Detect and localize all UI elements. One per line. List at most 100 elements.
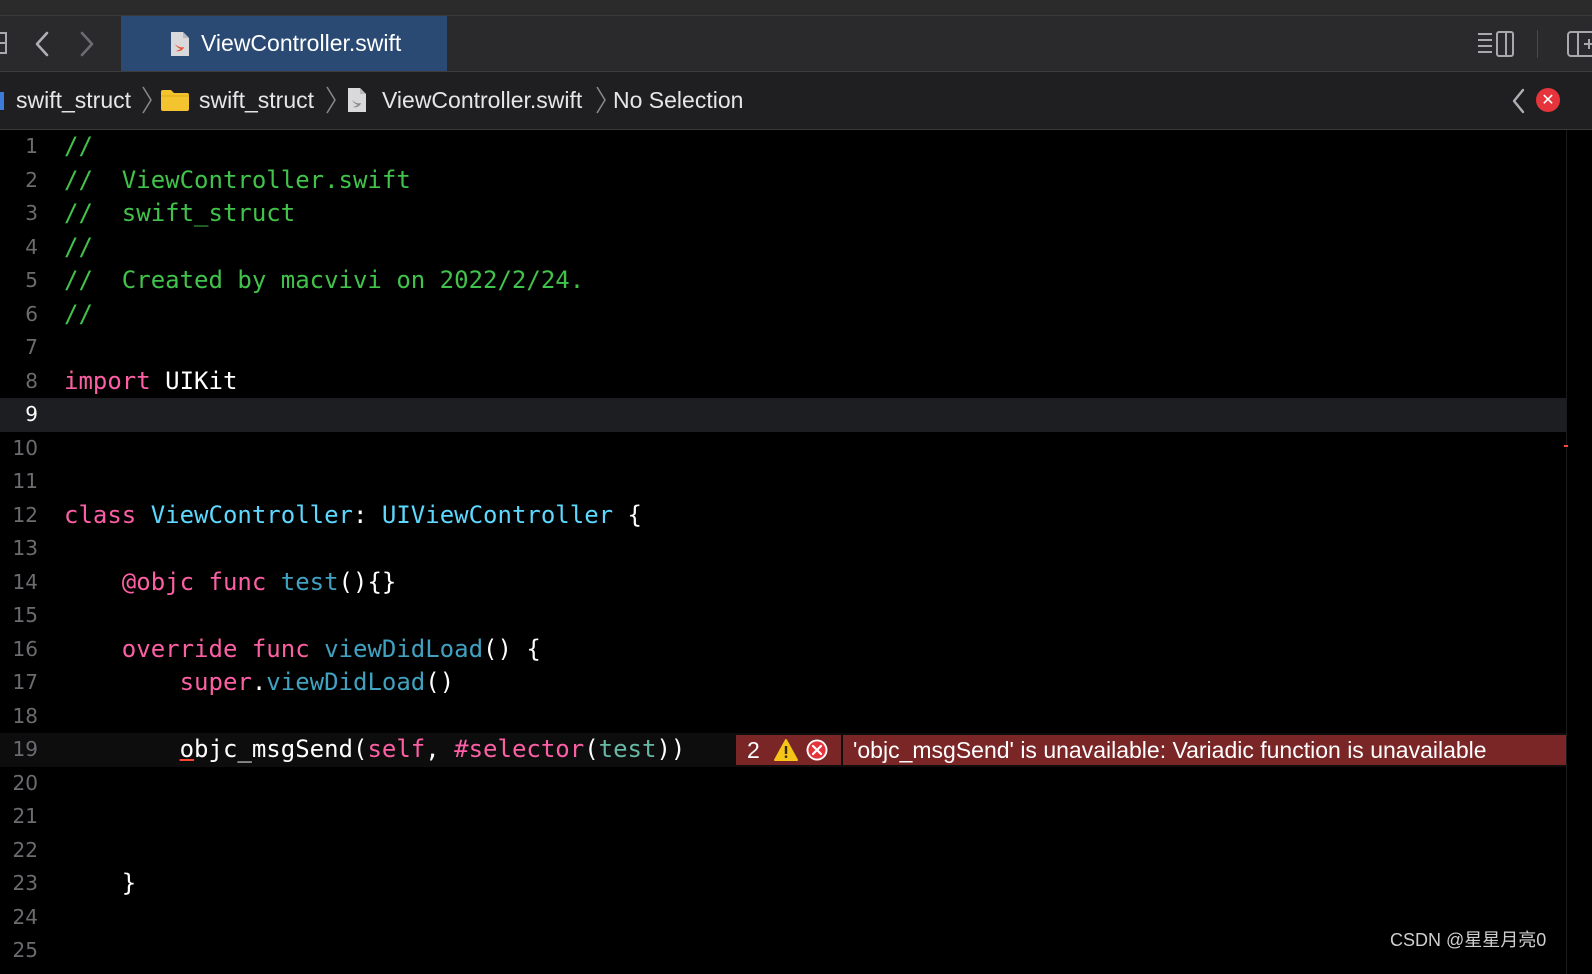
punct-token: } [121,869,137,897]
comment-token: // [64,132,93,160]
code-line: 22 [0,834,1566,868]
line-number: 4 [25,234,38,259]
line-number: 14 [12,569,38,594]
code-line: 4 // [0,231,1566,265]
error-code-line: 19 objc_msgSend(self, #selector(test)) 2 [0,733,1566,767]
punct-token: : [353,500,382,529]
function-call-token: bjc_msgSend( [194,735,368,763]
line-number: 17 [12,670,38,694]
toolbar-divider [1537,30,1538,58]
line-number: 16 [12,636,38,661]
code-line: 3 // swift_struct [0,197,1566,231]
line-number: 13 [12,536,38,560]
keyword-token: override [121,634,238,663]
current-code-line: 9 [0,398,1566,432]
line-number: 24 [12,904,38,929]
breadcrumb-selection[interactable]: No Selection [613,72,743,129]
breadcrumb-group[interactable]: swift_struct [199,72,314,129]
code-line: 17 super.viewDidLoad() [0,666,1566,700]
line-number: 12 [12,502,38,527]
line-number: 3 [25,201,38,225]
breadcrumb-file[interactable]: ViewController.swift [382,72,582,129]
code-line: 11 [0,465,1566,499]
forward-arrow-icon[interactable] [77,30,97,58]
tab-label: ViewController.swift [201,30,402,56]
line-number: 19 [12,737,38,761]
window-top-strip [0,0,1592,16]
module-token: UIKit [150,366,238,395]
line-number: 6 [25,301,38,326]
code-line: 25 [0,934,1566,968]
line-number: 2 [25,167,38,192]
type-token: ViewController [136,500,353,529]
diagnostic-message-banner[interactable]: 'objc_msgSend' is unavailable: Variadic … [843,735,1566,765]
line-number: 15 [12,603,38,627]
code-line: 2 // ViewController.swift [0,164,1566,198]
attribute-token: @objc [121,567,195,596]
project-icon [0,92,4,110]
diagnostic-count-badge[interactable]: 2 [736,735,841,765]
folder-icon [161,90,189,111]
line-number: 10 [12,435,38,460]
error-circle-icon [806,739,828,761]
tab-viewcontroller-swift[interactable]: ViewController.swift [121,16,447,71]
code-line: 6 // [0,298,1566,332]
editor-tab-bar: ViewController.swift [0,16,1592,72]
line-number: 9 [25,402,38,426]
add-editor-icon[interactable] [1562,28,1592,60]
keyword-token: class [64,500,137,529]
diagnostic-message: 'objc_msgSend' is unavailable: Variadic … [853,737,1487,763]
punct-token: ( [584,735,599,763]
line-number: 7 [25,335,38,359]
code-line: 18 [0,700,1566,734]
keyword-token: import [64,366,151,395]
keyword-token: func [194,567,267,596]
code-line: 23 } [0,867,1566,901]
breadcrumb-project[interactable]: swift_struct [16,72,131,129]
keyword-token: self [367,735,426,763]
breadcrumb-chevron-icon [142,86,152,114]
code-line: 12 class ViewController: UIViewControlle… [0,499,1566,533]
breadcrumb-chevron-icon [596,86,606,114]
punct-token: )) [656,735,686,763]
punct-token: () { [483,634,541,663]
function-token: viewDidLoad [309,634,484,663]
breadcrumb-chevron-icon [326,86,336,114]
comment-token: // [64,299,93,328]
code-line: 8 import UIKit [0,365,1566,399]
keyword-token: func [237,634,310,663]
error-circle-icon[interactable]: ✕ [1536,88,1560,112]
back-arrow-icon[interactable] [32,30,52,58]
inline-diagnostic[interactable]: 2 'objc_msgSend' is unavailable: Variadi… [736,735,1566,765]
line-number: 23 [12,871,38,895]
sidebar-edge-icon[interactable] [0,31,8,57]
code-line: 10 [0,432,1566,466]
code-line: 5 // Created by macvivi on 2022/2/24. [0,264,1566,298]
editor-options-icon[interactable] [1476,28,1516,60]
comment-token: // [64,232,93,261]
jump-bar: swift_struct swift_struct ViewController… [0,72,1592,130]
code-line: 20 [0,767,1566,801]
code-line: 13 [0,532,1566,566]
punct-token: { [613,500,642,529]
line-number: 18 [12,703,38,728]
diagnostic-count: 2 [747,737,760,763]
line-number: 5 [25,268,38,292]
function-token: viewDidLoad [266,668,426,696]
line-number: 1 [25,134,38,158]
line-number: 20 [12,770,38,795]
issue-back-chevron-icon[interactable] [1511,88,1527,114]
comment-token: // Created by macvivi on 2022/2/24. [64,266,585,294]
code-editor[interactable]: 1 // 2 // ViewController.swift 3 // swif… [0,130,1592,974]
warning-triangle-icon [774,739,798,761]
line-number: 21 [12,804,38,828]
punct-token: . [251,668,267,696]
line-number: 8 [25,368,38,393]
line-number: 11 [12,469,38,493]
editor-scrollbar[interactable] [1566,130,1592,974]
keyword-token: super [179,668,252,696]
punct-token: () [425,668,455,696]
error-underline-token: o [179,735,195,763]
comment-token: // ViewController.swift [64,165,411,194]
identifier-token: test [598,735,657,763]
